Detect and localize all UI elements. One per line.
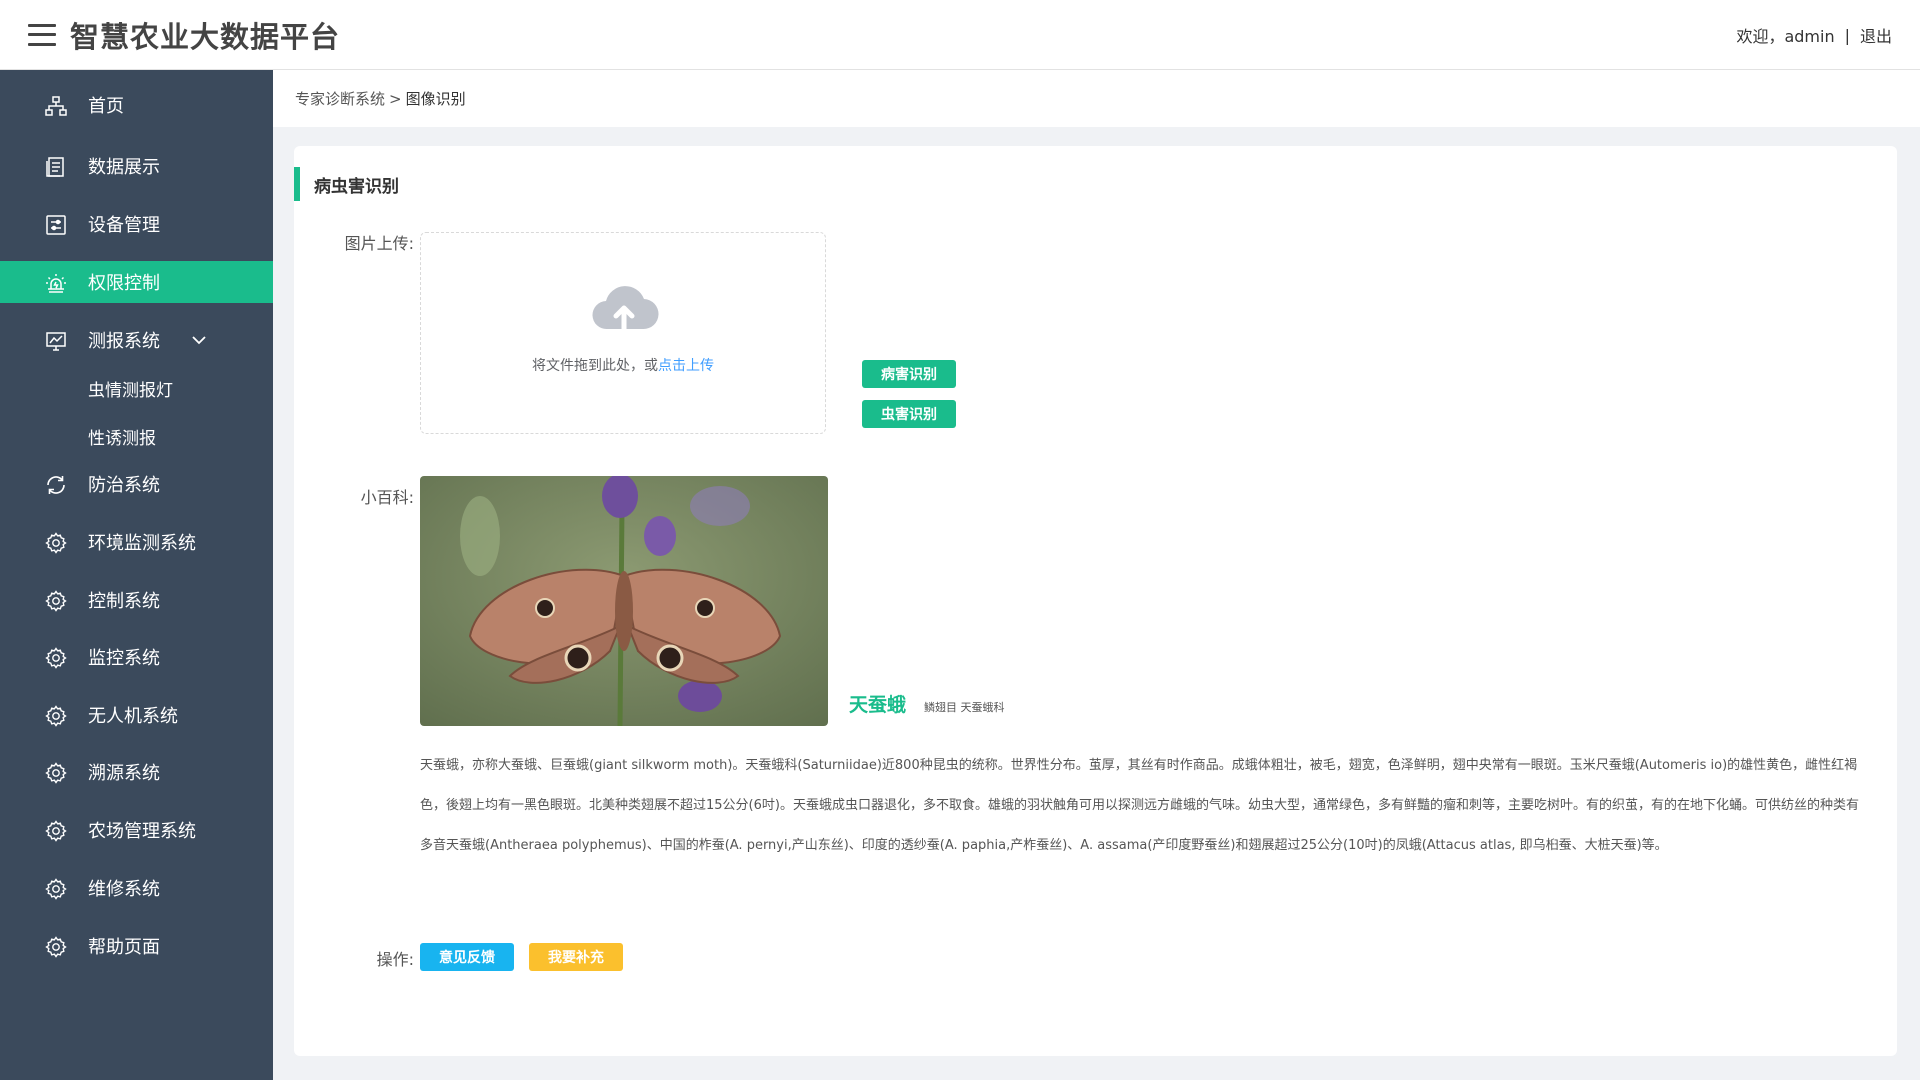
- sidebar-item-surveillance-system[interactable]: 监控系统: [0, 636, 273, 678]
- logout-link[interactable]: 退出: [1860, 23, 1892, 47]
- upload-dropzone[interactable]: 将文件拖到此处，或点击上传: [420, 232, 826, 434]
- sitemap-icon: [44, 94, 68, 118]
- monitor-chart-icon: [44, 329, 68, 353]
- gear-icon: [44, 877, 68, 901]
- refresh-icon: [44, 473, 68, 497]
- sidebar-item-device-management[interactable]: 设备管理: [0, 203, 273, 245]
- sidebar-item-environment-monitoring[interactable]: 环境监测系统: [0, 521, 273, 563]
- species-name: 天蚕蛾: [849, 694, 907, 716]
- upload-hint: 将文件拖到此处，或点击上传: [532, 358, 714, 374]
- feedback-button[interactable]: 意见反馈: [420, 943, 514, 971]
- document-icon: [44, 155, 68, 179]
- actions-label: 操作:: [376, 950, 414, 969]
- sliders-icon: [44, 213, 68, 237]
- sidebar-item-maintenance-system[interactable]: 维修系统: [0, 867, 273, 909]
- gear-icon: [44, 531, 68, 555]
- main-card: 病虫害识别 图片上传: 将文件拖到此处，或点击上传 病害识别 虫害识别 小百科:: [294, 146, 1897, 1056]
- sidebar-subitem-pheromone[interactable]: 性诱测报: [0, 417, 273, 455]
- species-description: 天蚕蛾，亦称大蚕蛾、巨蚕蛾(giant silkworm moth)。天蚕蛾科(…: [420, 758, 1859, 853]
- breadcrumb-parent[interactable]: 专家诊断系统: [295, 88, 385, 109]
- chevron-down-icon: [190, 331, 208, 349]
- sidebar-item-help[interactable]: 帮助页面: [0, 925, 273, 967]
- sidebar-item-prevention-system[interactable]: 防治系统: [0, 463, 273, 505]
- pest-identify-button[interactable]: 虫害识别: [862, 400, 956, 428]
- hamburger-menu-icon[interactable]: [28, 23, 56, 46]
- breadcrumb-current: 图像识别: [405, 90, 466, 108]
- sidebar-item-control-system[interactable]: 控制系统: [0, 579, 273, 621]
- gear-icon: [44, 935, 68, 959]
- sidebar: 首页 数据展示 设备管理 权限控制 测报系统 虫情测报灯 性诱测报 防治系统 环…: [0, 70, 273, 1080]
- sidebar-item-permission-control[interactable]: 权限控制: [0, 261, 273, 303]
- sidebar-item-drone-system[interactable]: 无人机系统: [0, 694, 273, 736]
- gear-icon: [44, 704, 68, 728]
- top-header: 智慧农业大数据平台 欢迎，admin | 退出: [0, 0, 1920, 70]
- gear-icon: [44, 819, 68, 843]
- upload-label: 图片上传:: [344, 234, 414, 253]
- sidebar-item-data-display[interactable]: 数据展示: [0, 145, 273, 187]
- breadcrumb-separator: >: [389, 89, 402, 108]
- gear-icon: [44, 761, 68, 785]
- sidebar-item-farm-management[interactable]: 农场管理系统: [0, 809, 273, 851]
- upload-link[interactable]: 点击上传: [658, 358, 714, 374]
- sidebar-subitem-pest-light[interactable]: 虫情测报灯: [0, 369, 273, 407]
- cloud-upload-icon: [589, 281, 659, 337]
- gear-icon: [44, 589, 68, 613]
- app-title: 智慧农业大数据平台: [70, 19, 341, 54]
- moth-photo: [420, 476, 828, 726]
- gear-icon: [44, 646, 68, 670]
- encyclopedia-label: 小百科:: [360, 488, 414, 507]
- header-separator: |: [1844, 25, 1850, 45]
- sidebar-item-home[interactable]: 首页: [0, 84, 273, 126]
- sidebar-item-traceability-system[interactable]: 溯源系统: [0, 751, 273, 793]
- supplement-button[interactable]: 我要补充: [529, 943, 623, 971]
- welcome-text: 欢迎，admin: [1736, 27, 1835, 46]
- sidebar-item-forecast-system[interactable]: 测报系统: [0, 319, 273, 361]
- breadcrumb: 专家诊断系统 > 图像识别: [273, 70, 1920, 127]
- section-title: 病虫害识别: [294, 167, 399, 201]
- user-area: 欢迎，admin | 退出: [1736, 0, 1892, 70]
- species-taxonomy: 鳞翅目 天蚕蛾科: [924, 701, 1005, 714]
- disease-identify-button[interactable]: 病害识别: [862, 360, 956, 388]
- alarm-icon: [44, 271, 68, 295]
